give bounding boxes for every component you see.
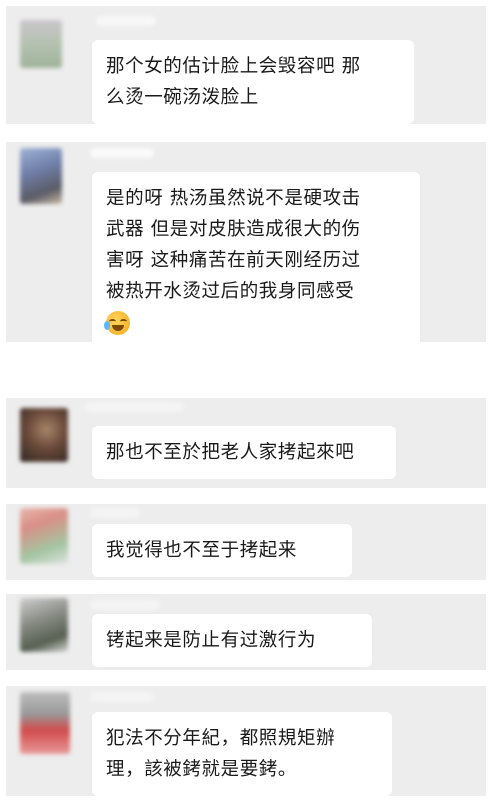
message-bubble: 我觉得也不至于拷起来 [92,524,352,577]
username-blurred [90,148,154,158]
message-bubble: 那也不至於把老人家拷起來吧 [92,426,396,479]
avatar[interactable] [20,598,68,652]
message-text: 那也不至於把老人家拷起來吧 [106,442,355,463]
username-blurred [84,402,184,412]
message-bubble: 铐起来是防止有过激行为 [92,614,372,667]
message-text: 那个女的估计脸上会毁容吧 那 么烫一碗汤泼脸上 [106,56,361,108]
message-text: 我觉得也不至于拷起来 [106,540,298,561]
message-bubble: 是的呀 热汤虽然说不是硬攻击 武器 但是对皮肤造成很大的伤 害呀 这种痛苦在前天… [92,172,420,356]
avatar[interactable] [20,148,62,204]
message-text: 犯法不分年紀，都照規矩辦 理，該被銬就是要銬。 [106,728,336,780]
comment-card: 那个女的估计脸上会毁容吧 那 么烫一碗汤泼脸上 [6,6,486,124]
comment-card: 我觉得也不至于拷起来 [6,504,486,580]
avatar[interactable] [20,692,70,754]
avatar[interactable] [20,408,68,462]
username-blurred [90,600,160,610]
message-text: 铐起来是防止有过激行为 [106,630,317,651]
comment-card: 那也不至於把老人家拷起來吧 [6,398,486,488]
laugh-cry-emoji-icon [104,311,130,335]
username-blurred [90,508,140,518]
username-blurred [96,16,156,26]
comment-card: 是的呀 热汤虽然说不是硬攻击 武器 但是对皮肤造成很大的伤 害呀 这种痛苦在前天… [6,142,486,356]
avatar[interactable] [20,508,68,564]
message-bubble: 犯法不分年紀，都照規矩辦 理，該被銬就是要銬。 [92,712,392,796]
message-bubble: 那个女的估计脸上会毁容吧 那 么烫一碗汤泼脸上 [92,40,414,124]
avatar[interactable] [20,20,62,68]
message-text: 是的呀 热汤虽然说不是硬攻击 武器 但是对皮肤造成很大的伤 害呀 这种痛苦在前天… [106,188,361,302]
username-blurred [90,692,154,702]
comment-card: 犯法不分年紀，都照規矩辦 理，該被銬就是要銬。 [6,686,486,796]
comment-card: 铐起来是防止有过激行为 [6,594,486,670]
